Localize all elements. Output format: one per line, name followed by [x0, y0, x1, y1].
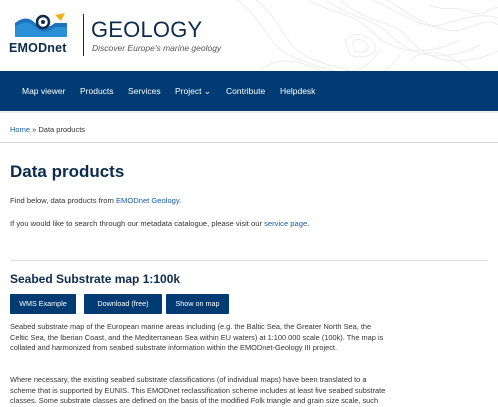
main-content [0, 111, 498, 407]
metadata-text: If you would like to search through our … [10, 219, 309, 228]
paragraph-2-line: classes. Some substrate classes are defi… [10, 396, 379, 405]
brand-title[interactable]: GEOLOGY [91, 17, 202, 43]
paragraph-1-line: Celtic Sea, the Iberian Coast, and the M… [10, 332, 384, 342]
service-page-link[interactable]: service page [264, 219, 307, 228]
main-nav: Map viewer Products Services Project ⌄ C… [0, 71, 498, 111]
nav-item-services[interactable]: Services [128, 71, 161, 111]
nav-item-project[interactable]: Project ⌄ [175, 71, 211, 111]
wms-example-button[interactable]: WMS Example [10, 294, 76, 314]
download-button[interactable]: Download (free) [84, 294, 162, 314]
nav-item-map-viewer[interactable]: Map viewer [22, 71, 65, 111]
metadata-prefix: If you would like to search through our … [10, 219, 265, 228]
metadata-suffix: . [307, 219, 310, 228]
breadcrumb-current: Data products [38, 125, 86, 134]
breadcrumb-divider [0, 142, 498, 143]
logo-wave-icon [15, 13, 67, 37]
paragraph-1-line: collated and harmonized from seabed subs… [10, 343, 337, 352]
nav-item-helpdesk[interactable]: Helpdesk [280, 71, 315, 111]
intro-prefix: Find below, data products from [10, 196, 116, 205]
nav-item-products[interactable]: Products [80, 71, 114, 111]
description-paragraph-1: Seabed substrate map of the European mar… [10, 322, 488, 354]
section-divider [10, 260, 488, 261]
show-on-map-button[interactable]: Show on map [166, 294, 229, 314]
logo-text: EMODnet [9, 41, 67, 55]
breadcrumb-home-link[interactable]: Home [10, 125, 30, 134]
nav-shadow [0, 111, 498, 113]
section-title: Seabed Substrate map 1:100k [10, 272, 181, 286]
emodnet-logo[interactable]: EMODnet [9, 11, 79, 61]
brand-subtitle: Discover Europe's marine geology [92, 43, 222, 53]
logo-divider [83, 14, 84, 56]
nav-item-contribute[interactable]: Contribute [226, 71, 265, 111]
breadcrumb: Home » Data products [10, 125, 85, 134]
intro-text: Find below, data products from EMODnet G… [10, 196, 181, 205]
emodnet-geology-link[interactable]: EMODnet Geology [116, 196, 179, 205]
site-header: EMODnet GEOLOGY Discover Europe's marine… [0, 0, 498, 71]
page-title: Data products [10, 162, 125, 181]
paragraph-1-line: Seabed substrate map of the European mar… [10, 322, 372, 331]
description-paragraph-2: Where necessary, the existing seabed sub… [10, 375, 488, 407]
intro-suffix: . [179, 196, 182, 205]
paragraph-2-line: scheme that is supported by EUNIS. This … [10, 385, 386, 395]
paragraph-2-line: Where necessary, the existing seabed sub… [10, 375, 367, 384]
